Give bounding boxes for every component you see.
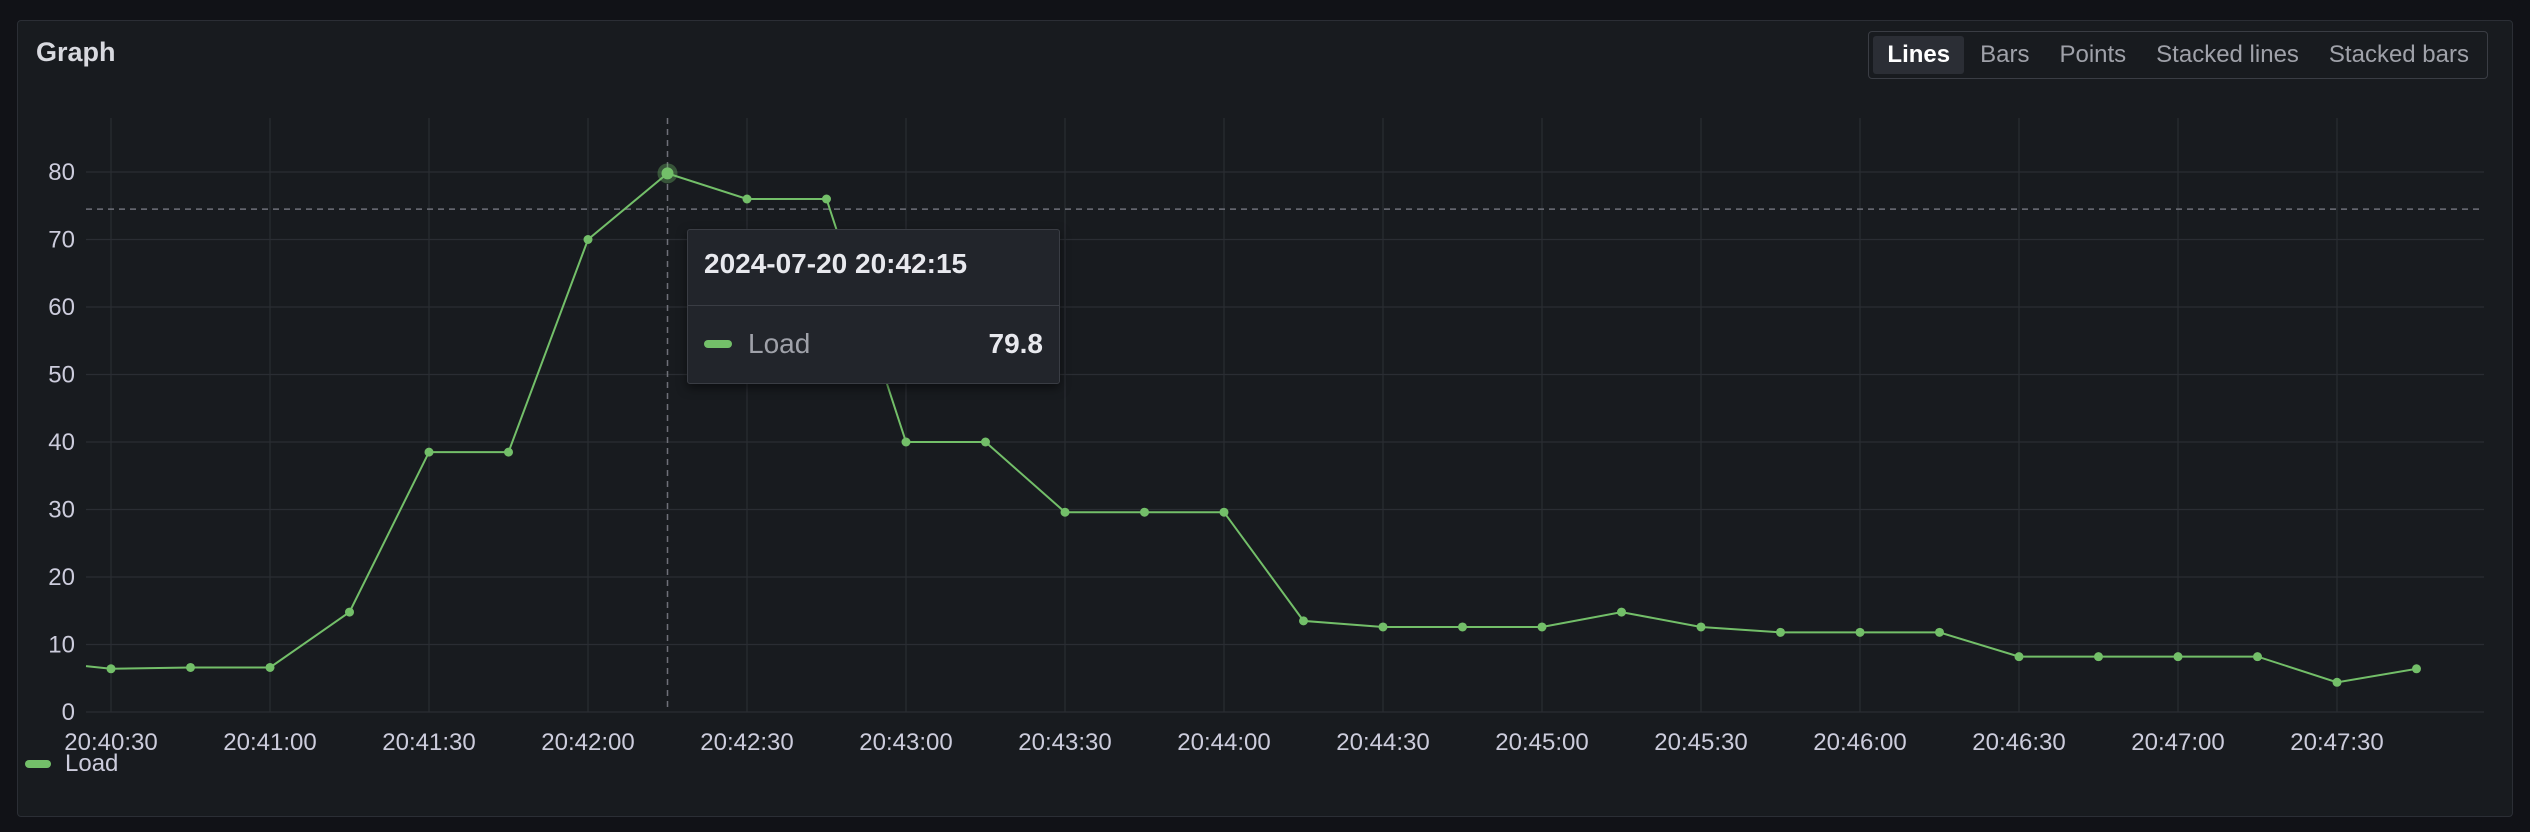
hover-point xyxy=(661,167,674,180)
x-tick-label: 20:43:00 xyxy=(859,729,952,756)
data-point xyxy=(1458,622,1467,632)
data-point xyxy=(265,662,275,672)
data-point xyxy=(1219,507,1229,517)
x-tick-label: 20:44:00 xyxy=(1177,729,1270,756)
x-tick-label: 20:42:00 xyxy=(541,729,634,756)
y-axis-tick-labels: 0 10 20 30 40 50 60 70 80 xyxy=(48,159,75,726)
x-tick-label: 20:46:30 xyxy=(1972,729,2065,756)
data-point xyxy=(2094,652,2103,662)
data-point xyxy=(345,607,354,617)
x-tick-label: 20:42:30 xyxy=(700,729,793,756)
line-chart[interactable]: 01020304050607080 20:40:30 20:41:00 20:41:… xyxy=(0,0,2530,832)
data-point xyxy=(2253,652,2262,662)
y-tick-label: 10 xyxy=(48,632,75,659)
x-tick-label: 20:45:00 xyxy=(1495,729,1588,756)
x-tick-label: 20:43:30 xyxy=(1018,729,1111,756)
legend-label-load[interactable]: Load xyxy=(65,750,118,778)
data-point xyxy=(504,447,513,457)
tooltip-swatch xyxy=(704,340,732,348)
legend-swatch xyxy=(25,760,51,768)
data-point xyxy=(424,447,434,457)
tooltip-row: Load 79.8 xyxy=(688,306,1059,382)
x-tick-label: 20:46:00 xyxy=(1813,729,1906,756)
data-point xyxy=(1696,622,1706,632)
data-point xyxy=(2412,664,2421,674)
y-tick-label: 80 xyxy=(48,159,75,186)
data-point xyxy=(1378,622,1388,632)
data-point xyxy=(583,235,593,244)
data-point xyxy=(1537,622,1547,632)
x-tick-label: 20:45:30 xyxy=(1654,729,1747,756)
x-axis-tick-labels: 20:40:30 20:41:00 20:41:30 20:42:00 20:42:30… xyxy=(64,729,2383,756)
data-point xyxy=(1617,607,1626,617)
y-tick-label: 40 xyxy=(48,429,75,456)
vertical-gridlines xyxy=(110,118,2338,712)
y-tick-label: 60 xyxy=(48,294,75,321)
data-point xyxy=(1855,627,1865,637)
tooltip-value: 79.8 xyxy=(988,328,1044,359)
y-tick-label: 50 xyxy=(48,362,75,389)
y-tick-label: 70 xyxy=(48,227,75,254)
tooltip-timestamp: 2024-07-20 20:42:15 xyxy=(688,230,1059,306)
x-tick-label: 20:44:30 xyxy=(1336,729,1429,756)
data-point xyxy=(981,437,990,447)
x-tick-label: 20:41:00 xyxy=(223,729,316,756)
tooltip-series-label: Load xyxy=(748,328,811,359)
data-point xyxy=(901,437,911,447)
data-point xyxy=(822,194,831,204)
data-point xyxy=(1299,616,1308,626)
data-point xyxy=(106,664,116,674)
y-tick-label: 0 xyxy=(62,699,75,726)
series-line-load xyxy=(85,172,2417,684)
x-tick-label: 20:41:30 xyxy=(382,729,475,756)
data-point xyxy=(1060,507,1070,517)
data-point xyxy=(2332,677,2342,687)
data-point xyxy=(742,194,752,204)
x-tick-label: 20:47:30 xyxy=(2290,729,2383,756)
horizontal-gridlines xyxy=(86,171,2484,713)
legend[interactable]: Load xyxy=(25,750,118,778)
tooltip: 2024-07-20 20:42:15 Load 79.8 xyxy=(687,229,1060,384)
data-point xyxy=(1935,627,1944,637)
y-tick-label: 30 xyxy=(48,497,75,524)
x-tick-label: 20:47:00 xyxy=(2131,729,2224,756)
data-point xyxy=(186,662,195,672)
y-tick-label: 20 xyxy=(48,564,75,591)
data-point xyxy=(1776,627,1785,637)
data-point xyxy=(1140,507,1149,517)
data-point xyxy=(2173,652,2183,662)
data-point xyxy=(2014,652,2024,662)
data-points xyxy=(106,168,2421,687)
